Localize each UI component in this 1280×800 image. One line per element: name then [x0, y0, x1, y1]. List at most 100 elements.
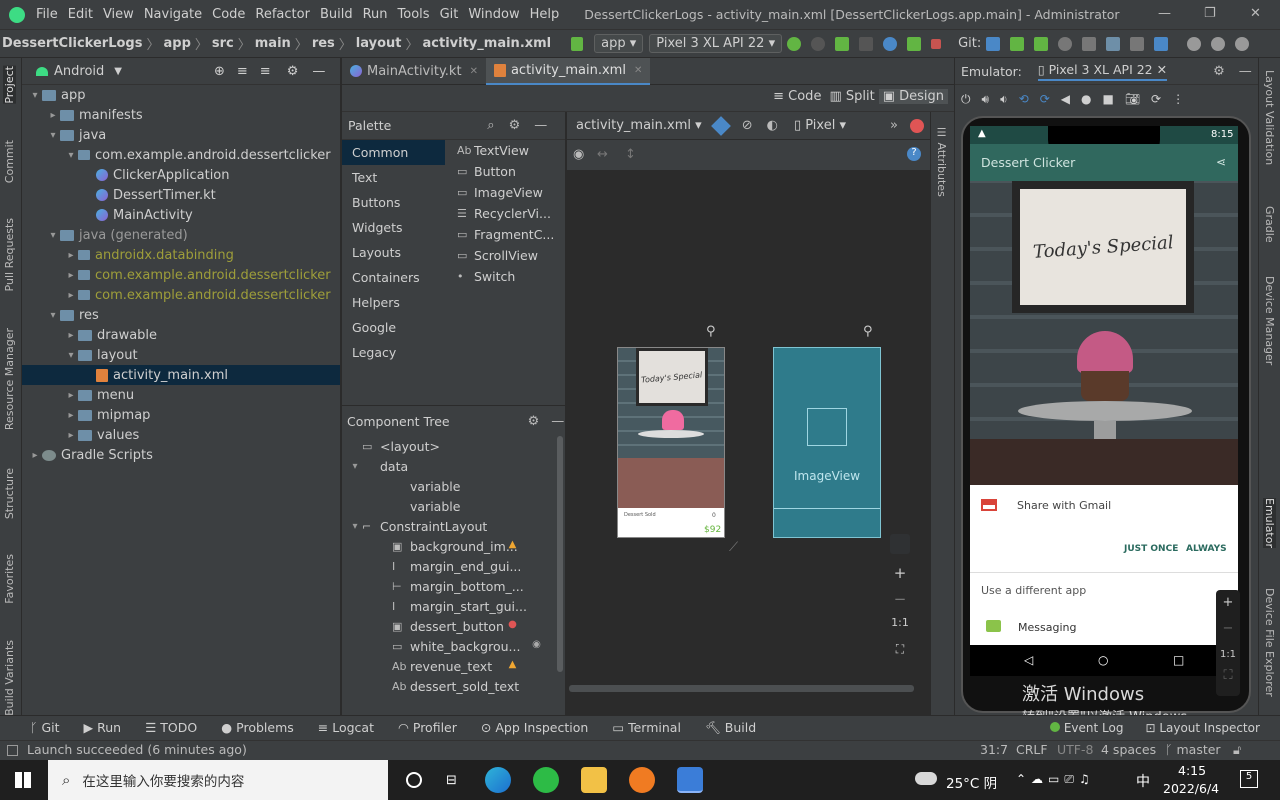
lock-icon[interactable]: 🔓︎: [1233, 742, 1241, 758]
gear-icon[interactable]: ⚙: [528, 414, 540, 429]
clock-date[interactable]: 2022/6/4: [1163, 781, 1219, 796]
help-icon[interactable]: ?: [907, 147, 921, 161]
palette-item[interactable]: ▭ ScrollView: [445, 245, 565, 266]
warning-icon[interactable]: ▲: [506, 539, 519, 552]
sdk-manager-icon[interactable]: [1154, 36, 1169, 51]
tree-item[interactable]: ▾ com.example.android.dessertclicker: [22, 145, 340, 165]
zoom-reset-button[interactable]: 1:1: [891, 616, 909, 642]
expand-arrow-icon[interactable]: ▸: [28, 450, 42, 461]
tray-icons[interactable]: ⌃☁▭⎚♫: [1016, 772, 1095, 787]
git-commit-icon[interactable]: [1010, 36, 1025, 51]
hide-icon[interactable]: —: [312, 64, 325, 79]
code-mode-button[interactable]: ≡ Code: [769, 89, 825, 104]
palette-category[interactable]: Containers: [342, 265, 445, 290]
expand-arrow-icon[interactable]: ▾: [46, 310, 60, 321]
restore-icon[interactable]: ❐: [1204, 6, 1216, 21]
gear-icon[interactable]: ⚙: [287, 64, 299, 79]
device-select[interactable]: Pixel 3 XL API 22 ▾: [649, 34, 783, 53]
expand-arrow-icon[interactable]: ▾: [64, 350, 78, 361]
always-button[interactable]: ALWAYS: [1186, 544, 1227, 554]
file-explorer-icon[interactable]: [580, 767, 607, 793]
tab-layout-validation[interactable]: Layout Validation: [1263, 70, 1276, 165]
apply-code-icon[interactable]: [811, 36, 826, 51]
overview-icon[interactable]: ■: [1102, 92, 1113, 106]
expand-arrow-icon[interactable]: ▸: [64, 430, 78, 441]
project-view-select[interactable]: Android: [54, 64, 104, 79]
expand-arrow-icon[interactable]: ▸: [64, 250, 78, 261]
device-manager-icon[interactable]: [1130, 36, 1145, 51]
breadcrumb-item[interactable]: app: [163, 36, 190, 51]
error-icon[interactable]: ●: [506, 619, 519, 632]
indent-setting[interactable]: 4 spaces: [1101, 742, 1156, 757]
error-indicator-icon[interactable]: [909, 118, 924, 133]
horizontal-arrows-icon[interactable]: ↔: [597, 147, 608, 162]
breadcrumb-item[interactable]: activity_main.xml: [423, 36, 552, 51]
tab-project[interactable]: Project: [3, 66, 16, 104]
tab-commit[interactable]: Commit: [3, 140, 16, 183]
tab-favorites[interactable]: Favorites: [3, 554, 16, 604]
bottom-tab-build[interactable]: 🔨︎ Build: [693, 720, 768, 736]
bottom-tab-problems[interactable]: ● Problems: [209, 720, 306, 736]
menu-file[interactable]: File: [31, 7, 63, 22]
expand-arrow-icon[interactable]: ▾: [46, 230, 60, 241]
fit-screen-icon[interactable]: ⛶: [896, 642, 904, 657]
tree-item[interactable]: ▸ mipmap: [22, 405, 340, 425]
component-tree-item[interactable]: Ab revenue_text ▲: [342, 656, 565, 676]
tree-item[interactable]: ▸ menu: [22, 385, 340, 405]
component-tree-item[interactable]: ⊢ margin_bottom_...: [342, 576, 565, 596]
night-mode-icon[interactable]: ◐: [767, 118, 778, 133]
close-icon[interactable]: ✕: [470, 66, 478, 77]
palette-category[interactable]: Helpers: [342, 290, 445, 315]
tree-item[interactable]: MainActivity: [22, 205, 340, 225]
search-app-icon[interactable]: [628, 767, 655, 793]
file-encoding[interactable]: UTF-8: [1057, 742, 1093, 757]
vertical-arrows-icon[interactable]: ↕: [625, 147, 636, 162]
palette-category[interactable]: Layouts: [342, 240, 445, 265]
event-log-tab[interactable]: Event Log: [1050, 721, 1123, 735]
expand-arrow-icon[interactable]: ▸: [64, 330, 78, 341]
phone-screen[interactable]: ▲ 8:15 Dessert Clicker ⋖ Today's Special…: [970, 126, 1238, 676]
volume-up-icon[interactable]: 🔊︎: [982, 92, 990, 107]
collapse-all-icon[interactable]: ≡: [260, 64, 271, 79]
device-preview-select[interactable]: ▯ Pixel ▾: [794, 118, 846, 133]
component-tree-item[interactable]: variable: [342, 476, 565, 496]
edge-icon[interactable]: [484, 767, 511, 793]
tab-resource-manager[interactable]: Resource Manager: [3, 328, 16, 430]
component-tree-item[interactable]: ▭ <layout>: [342, 436, 565, 456]
palette-category[interactable]: Legacy: [342, 340, 445, 365]
tree-item[interactable]: ▸ drawable: [22, 325, 340, 345]
task-view-icon[interactable]: ⊟: [446, 773, 457, 788]
menu-edit[interactable]: Edit: [63, 7, 98, 22]
palette-item[interactable]: ▭ FragmentC...: [445, 224, 565, 245]
layout-inspector-tab[interactable]: ⊡ Layout Inspector: [1145, 721, 1259, 735]
expand-arrow-icon[interactable]: ▸: [64, 390, 78, 401]
ime-indicator[interactable]: 中: [1136, 771, 1150, 791]
palette-category[interactable]: Common: [342, 140, 445, 165]
expand-arrow-icon[interactable]: ▾: [46, 130, 60, 141]
palette-item[interactable]: ☰ RecyclerVi...: [445, 203, 565, 224]
volume-down-icon[interactable]: 🔉︎: [1000, 92, 1008, 107]
design-canvas[interactable]: ⚲ ⚲ Today's Special Dessert Sold 0 $92 I…: [567, 170, 930, 715]
hide-icon[interactable]: —: [534, 118, 547, 133]
minimize-icon[interactable]: —: [1158, 6, 1171, 21]
breadcrumb-item[interactable]: main: [255, 36, 291, 51]
taskbar-search[interactable]: ⌕ 在这里输入你要搜索的内容: [48, 760, 388, 800]
home-icon[interactable]: ○: [1098, 653, 1108, 667]
tree-item[interactable]: ClickerApplication: [22, 165, 340, 185]
palette-category[interactable]: Buttons: [342, 190, 445, 215]
sync-gradle-icon[interactable]: [1106, 36, 1121, 51]
avatar-icon[interactable]: [1235, 36, 1250, 51]
split-mode-button[interactable]: ▥ Split: [825, 89, 878, 104]
expand-arrow-icon[interactable]: ▸: [64, 290, 78, 301]
tree-item[interactable]: ▾ java (generated): [22, 225, 340, 245]
more-icon[interactable]: »: [890, 118, 898, 133]
zoom-reset-button[interactable]: 1:1: [1220, 642, 1236, 668]
expand-arrow-icon[interactable]: ▾: [348, 461, 362, 472]
debug-icon[interactable]: [835, 36, 850, 51]
bottom-tab-run[interactable]: ▶ Run: [72, 720, 134, 736]
share-icon[interactable]: ⋖: [1216, 155, 1226, 169]
design-surface-icon[interactable]: [710, 115, 731, 136]
rotate-left-icon[interactable]: ⟲: [1019, 92, 1029, 106]
search-icon[interactable]: ⌕: [487, 118, 494, 133]
just-once-button[interactable]: JUST ONCE: [1124, 544, 1178, 554]
